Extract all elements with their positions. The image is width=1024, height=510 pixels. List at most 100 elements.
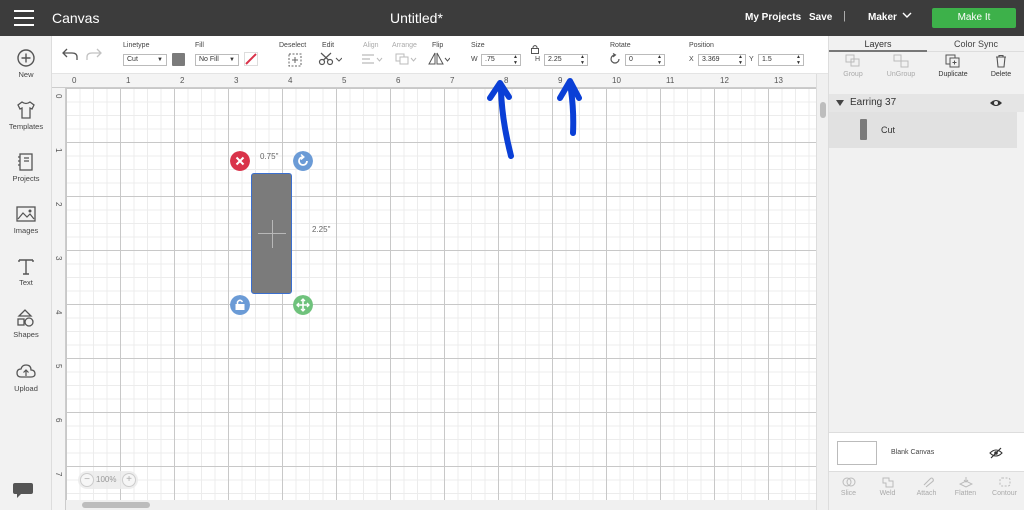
redo-icon[interactable] (86, 47, 102, 61)
blank-canvas-label: Blank Canvas (891, 449, 935, 456)
ruler-tick-label: 2 (180, 76, 185, 85)
delete-button[interactable]: Delete (977, 54, 1024, 78)
ruler-tick-label: 4 (54, 310, 63, 315)
layer-row[interactable]: Cut (829, 112, 1017, 148)
height-input[interactable]: 2.25 ▲ ▼ (544, 54, 588, 66)
position-label: Position (689, 42, 714, 49)
ungroup-label: UnGroup (886, 71, 916, 78)
undo-icon[interactable] (62, 47, 78, 61)
slice-label: Slice (840, 490, 857, 497)
horizontal-scrollbar[interactable] (66, 500, 816, 510)
sidebar-item-templates[interactable]: Templates (0, 100, 52, 131)
width-input[interactable]: .75 ▲ ▼ (481, 54, 521, 66)
lock-handle-icon[interactable] (230, 295, 250, 315)
rotate-label: Rotate (610, 42, 631, 49)
sidebar-item-projects[interactable]: Projects (0, 152, 52, 183)
machine-selector[interactable]: Maker (868, 12, 897, 23)
center-crosshair (272, 220, 273, 248)
ruler-tick-label: 6 (54, 418, 63, 423)
position-x-input[interactable]: 3.369 ▲ ▼ (698, 54, 746, 66)
notebook-icon (18, 153, 33, 171)
ruler-tick-label: 6 (396, 76, 401, 85)
width-axis-label: W (471, 56, 478, 63)
spinner-arrows-icon[interactable]: ▲ ▼ (738, 54, 743, 66)
zoom-control: − 100% + (78, 471, 138, 489)
arrange-label: Arrange (392, 42, 417, 49)
rotate-value: 0 (629, 56, 633, 63)
sidebar-item-label: Shapes (13, 330, 39, 339)
sidebar-item-text[interactable]: Text (0, 256, 52, 287)
layers-panel: Layers Color Sync Group UnGroup Duplicat… (828, 36, 1024, 510)
sidebar-item-new[interactable]: New (0, 48, 52, 79)
no-fill-swatch-icon[interactable] (244, 52, 258, 66)
height-axis-label: H (535, 56, 541, 63)
fill-label: Fill (195, 42, 204, 49)
spinner-arrows-icon[interactable]: ▲ ▼ (513, 54, 518, 66)
sidebar-item-images[interactable]: Images (0, 204, 52, 235)
ruler-tick-label: 5 (54, 364, 63, 369)
fill-select[interactable]: No Fill ▼ (195, 54, 239, 66)
layer-group-header[interactable]: Earring 37 (829, 94, 1024, 112)
my-projects-link[interactable]: My Projects (745, 12, 801, 23)
slice-button: Slice (829, 476, 868, 497)
linetype-color-swatch[interactable] (172, 53, 185, 66)
rotate-input[interactable]: 0 ▲ ▼ (625, 54, 665, 66)
scrollbar-thumb[interactable] (82, 502, 150, 508)
expand-caret-icon[interactable] (836, 100, 844, 106)
sidebar-item-label: Upload (14, 384, 38, 393)
linetype-value: Cut (127, 56, 138, 63)
width-dimension-label: 0.75" (260, 152, 279, 161)
rotate-handle-icon[interactable] (293, 151, 313, 171)
group-icon (845, 54, 860, 67)
flip-icon[interactable] (428, 52, 450, 66)
ruler-tick-label: 3 (54, 256, 63, 261)
eye-icon[interactable] (989, 98, 1003, 108)
size-label: Size (471, 42, 485, 49)
delete-handle-icon[interactable] (230, 151, 250, 171)
cloud-upload-icon (16, 364, 36, 378)
tab-layers[interactable]: Layers (829, 36, 927, 52)
delete-label: Delete (990, 71, 1012, 78)
hamburger-menu-icon[interactable] (14, 10, 34, 26)
chevron-down-icon[interactable] (902, 10, 912, 20)
selected-rectangle-shape[interactable] (251, 173, 292, 294)
ungroup-icon (893, 54, 909, 68)
edit-label: Edit (322, 42, 335, 49)
make-it-button[interactable]: Make It (932, 8, 1016, 28)
height-dimension-label: 2.25" (312, 225, 331, 234)
spinner-arrows-icon[interactable]: ▲ ▼ (796, 54, 801, 66)
ruler-tick-label: 1 (54, 148, 63, 153)
resize-handle-icon[interactable] (293, 295, 313, 315)
sidebar-item-shapes[interactable]: Shapes (0, 308, 52, 339)
layer-group-name: Earring 37 (850, 97, 897, 108)
scissors-icon[interactable] (318, 52, 342, 66)
design-canvas[interactable]: 0.75" 2.25" (66, 88, 816, 500)
position-y-axis-label: Y (749, 56, 754, 63)
sidebar-item-upload[interactable]: Upload (0, 362, 52, 393)
shirt-icon (17, 101, 35, 119)
blank-canvas-swatch[interactable] (837, 441, 877, 465)
layer-name: Cut (881, 125, 896, 135)
spinner-arrows-icon[interactable]: ▲ ▼ (580, 54, 585, 66)
vertical-scrollbar[interactable] (816, 74, 828, 510)
contour-icon (999, 477, 1010, 487)
linetype-select[interactable]: Cut ▼ (123, 54, 167, 66)
position-x-axis-label: X (689, 56, 694, 63)
eye-hidden-icon[interactable] (989, 447, 1003, 459)
deselect-icon[interactable] (288, 53, 302, 67)
blank-canvas-row[interactable]: Blank Canvas (829, 432, 1024, 472)
spinner-arrows-icon[interactable]: ▲ ▼ (657, 54, 662, 66)
fill-value: No Fill (199, 56, 219, 63)
position-y-input[interactable]: 1.5 ▲ ▼ (758, 54, 804, 66)
document-title[interactable]: Untitled* (390, 10, 443, 26)
save-link[interactable]: Save (809, 12, 832, 23)
duplicate-button[interactable]: Duplicate (929, 54, 977, 78)
arrange-icon (395, 53, 417, 65)
tab-color-sync[interactable]: Color Sync (927, 36, 1024, 52)
zoom-out-button[interactable]: − (80, 473, 94, 487)
scrollbar-thumb[interactable] (820, 102, 826, 118)
chat-bubble-icon[interactable] (12, 480, 34, 500)
app-title: Canvas (52, 10, 100, 26)
zoom-in-button[interactable]: + (122, 473, 136, 487)
lock-icon[interactable] (530, 44, 540, 54)
